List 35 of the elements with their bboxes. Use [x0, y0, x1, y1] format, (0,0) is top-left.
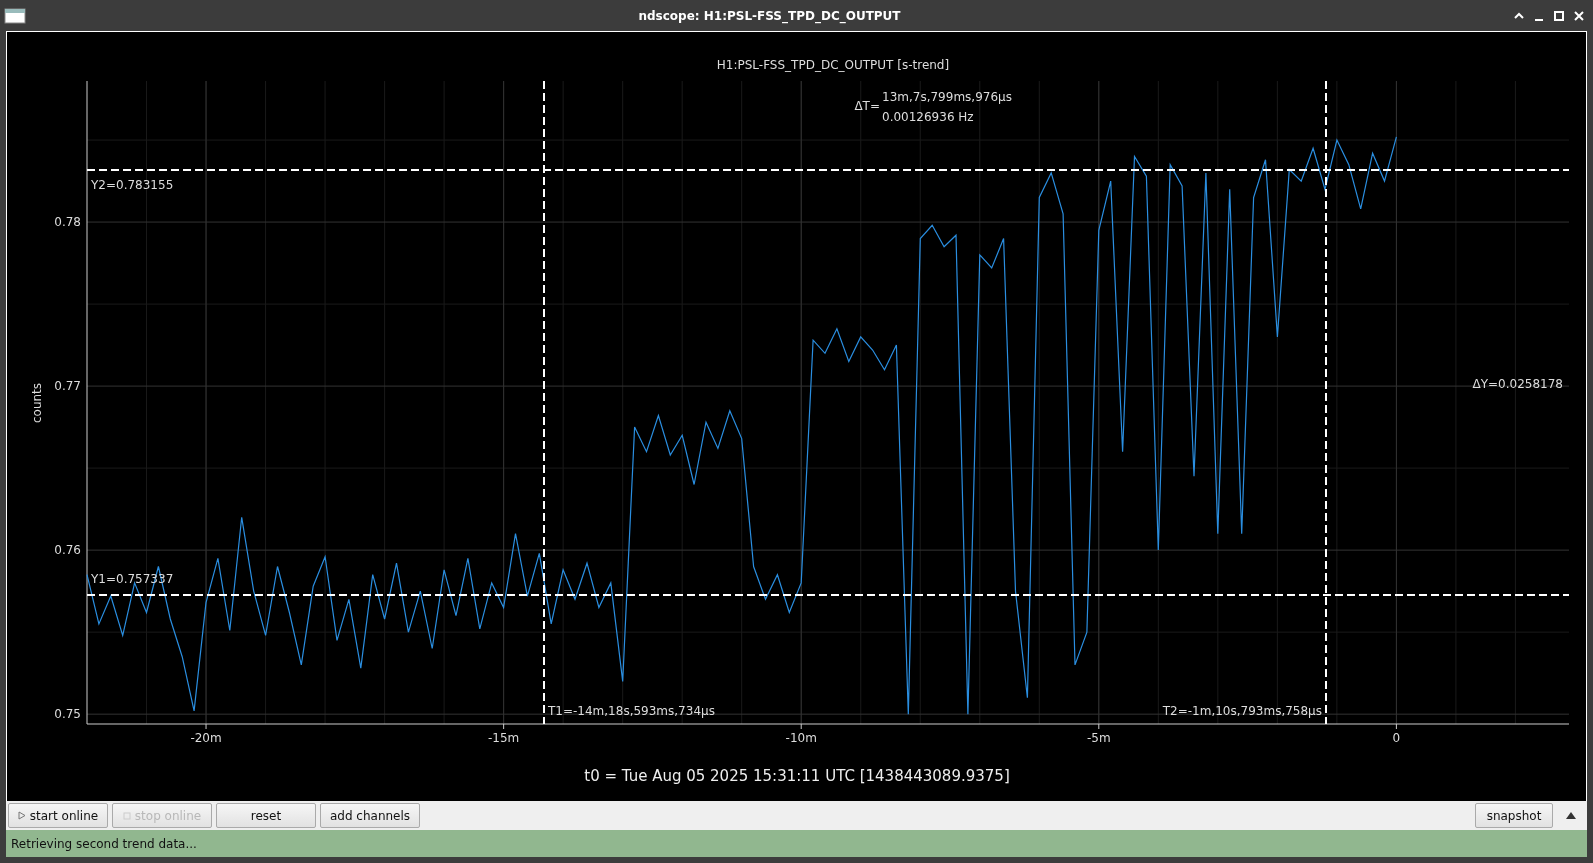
- x-tick-label: -10m: [785, 731, 817, 745]
- time-cursor-line[interactable]: [1325, 80, 1327, 725]
- x-tick-label: -20m: [190, 731, 222, 745]
- collapse-icon[interactable]: [1565, 811, 1577, 820]
- toolbar-button[interactable]: reset: [216, 803, 316, 828]
- toolbar-button[interactable]: add channels: [320, 803, 420, 828]
- value-cursor-line[interactable]: [86, 169, 1570, 171]
- y-axis-label: counts: [30, 382, 44, 424]
- delta-t-value: 13m,7s,799ms,976µs: [882, 90, 1012, 104]
- time-cursor-line[interactable]: [543, 80, 545, 725]
- x-tick-label: 0: [1392, 731, 1401, 745]
- cursor-label: Y2=0.783155: [91, 178, 174, 192]
- delta-y-label: ΔY=0.0258178: [1472, 377, 1563, 391]
- cursor-label: T1=-14m,18s,593ms,734µs: [548, 704, 715, 718]
- y-tick-label: 0.77: [54, 379, 81, 394]
- y-tick-label: 0.75: [54, 707, 81, 722]
- cursor-label: T2=-1m,10s,793ms,758µs: [1162, 704, 1322, 718]
- window-icon: [4, 7, 26, 24]
- close-icon[interactable]: [1573, 9, 1585, 22]
- toolbar-button[interactable]: start online: [8, 803, 108, 828]
- snapshot-button[interactable]: snapshot: [1475, 803, 1553, 828]
- value-cursor-line[interactable]: [86, 594, 1570, 596]
- t0-label: t0 = Tue Aug 05 2025 15:31:11 UTC [1438443089.9375]: [584, 767, 1010, 785]
- window-title: ndscope: H1:PSL-FSS_TPD_DC_OUTPUT: [638, 8, 901, 23]
- plot-title: H1:PSL-FSS_TPD_DC_OUTPUT [s-trend]: [716, 58, 950, 72]
- x-tick-label: -15m: [488, 731, 520, 745]
- maximize-icon[interactable]: [1553, 9, 1565, 22]
- play-icon: [17, 811, 26, 820]
- x-tick-label: -5m: [1087, 731, 1111, 745]
- status-text: Retrieving second trend data...: [11, 835, 197, 853]
- frequency-value: 0.00126936 Hz: [882, 110, 974, 124]
- stop-icon: [122, 811, 131, 820]
- y-tick-label: 0.76: [54, 543, 81, 558]
- y-tick-label: 0.78: [54, 215, 81, 230]
- delta-t-label: ΔT=: [854, 99, 880, 113]
